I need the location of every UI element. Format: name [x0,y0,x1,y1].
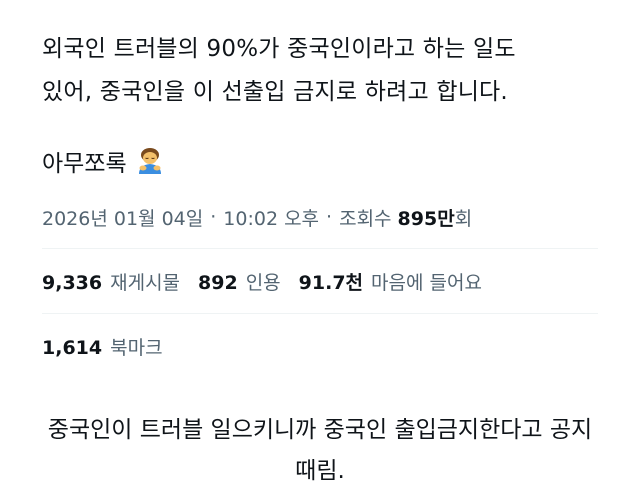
reposts-stat[interactable]: 9,336 재게시물 [42,268,180,295]
bookmarks-label: 북마크 [110,336,163,359]
caption-text: 중국인이 트러블 일으키니까 중국인 출입금지한다고 공지 때림. [0,410,640,492]
tweet-date[interactable]: 2026년 01월 04일 [42,204,203,231]
views-suffix: 회 [454,207,473,230]
tweet-text-line: 있어, 중국인을 이 선출입 금지로 하려고 합니다. [42,79,508,105]
bookmarks-count: 1,614 [42,336,103,359]
tweet-reaction-line: 아무쪼록 [42,142,165,180]
person-bowing-icon [135,146,165,176]
tweet-meta: 2026년 01월 04일 · 10:02 오후 · 조회수 895만 회 [42,201,472,233]
tweet-text: 외국인 트러블의 90%가 중국인이라고 하는 일도 있어, 중국인을 이 선출… [42,28,602,114]
tweet-text-line: 외국인 트러블의 90%가 중국인이라고 하는 일도 [42,36,516,62]
quotes-stat[interactable]: 892 인용 [198,268,281,295]
tweet-time[interactable]: 10:02 오후 [223,204,319,231]
likes-label: 마음에 들어요 [371,271,482,294]
reposts-label: 재게시물 [110,271,181,294]
views-prefix: 조회수 [339,207,392,230]
likes-count: 91.7천 [298,271,364,294]
quotes-count: 892 [198,271,238,294]
divider [42,313,598,314]
bookmarks-stat[interactable]: 1,614 북마크 [42,329,181,363]
engagement-stats: 9,336 재게시물 892 인용 91.7천 마음에 들어요 [42,264,500,298]
meta-separator: · [210,206,217,228]
views-count: 895만 [397,207,455,230]
caption-line: 때림. [295,458,345,484]
reposts-count: 9,336 [42,271,103,294]
divider [42,248,598,249]
likes-stat[interactable]: 91.7천 마음에 들어요 [299,268,482,295]
reaction-text: 아무쪼록 [42,151,127,177]
quotes-label: 인용 [245,271,281,294]
caption-line: 중국인이 트러블 일으키니까 중국인 출입금지한다고 공지 [47,417,593,443]
meta-separator: · [326,206,333,228]
